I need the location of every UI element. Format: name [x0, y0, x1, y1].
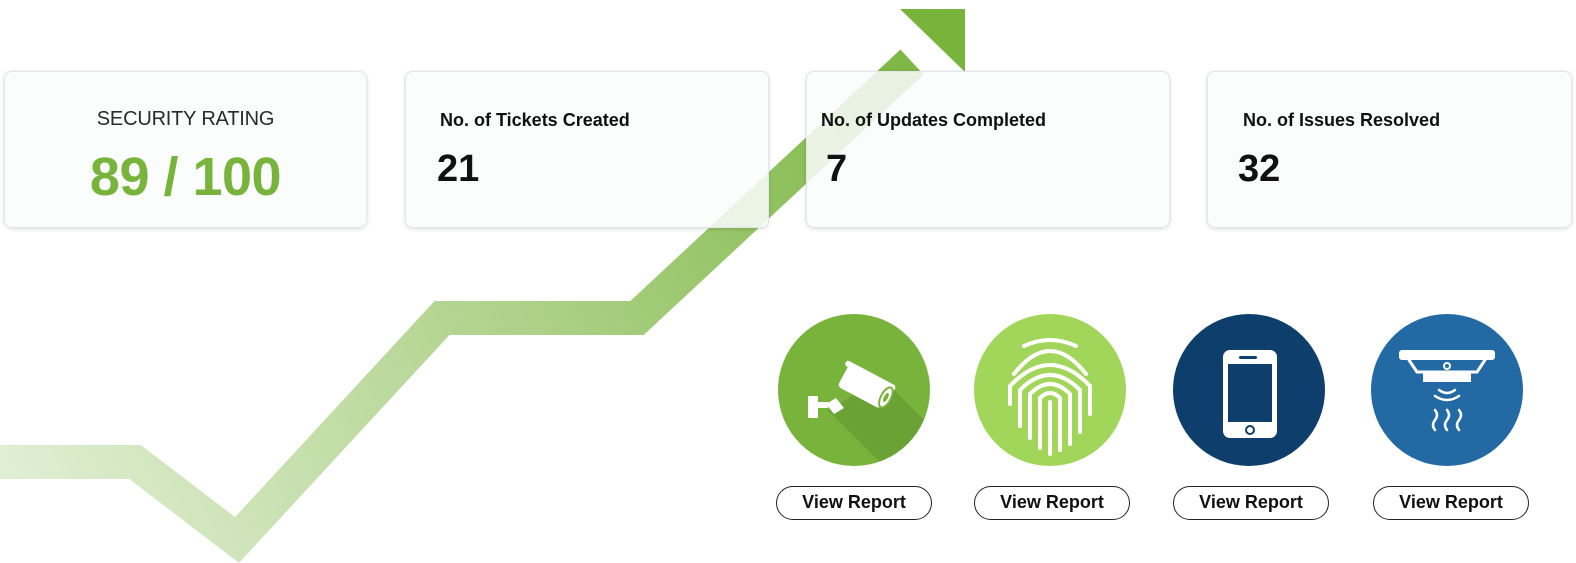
tickets-created-card: No. of Tickets Created 21 [405, 71, 769, 228]
camera-view-report-button[interactable]: View Report [776, 486, 932, 520]
updates-completed-label: No. of Updates Completed [821, 110, 1047, 130]
smoke-detector-view-report-button[interactable]: View Report [1373, 486, 1529, 520]
security-rating-value: 89 / 100 [89, 147, 282, 207]
security-camera-icon [778, 314, 930, 466]
fingerprint-icon [974, 314, 1126, 466]
updates-completed-card: No. of Updates Completed 7 [806, 71, 1170, 228]
security-rating-card: SECURITY RATING 89 / 100 [4, 71, 367, 228]
security-rating-title: SECURITY RATING [96, 108, 275, 130]
fingerprint-view-report-button[interactable]: View Report [974, 486, 1130, 520]
smoke-detector-icon [1371, 314, 1523, 466]
updates-completed-value: 7 [826, 148, 848, 190]
tickets-created-value: 21 [437, 148, 480, 190]
phone-view-report-button[interactable]: View Report [1173, 486, 1329, 520]
tickets-created-label: No. of Tickets Created [440, 110, 630, 130]
issues-resolved-value: 32 [1238, 148, 1281, 190]
issues-resolved-label: No. of Issues Resolved [1243, 110, 1441, 130]
issues-resolved-card: No. of Issues Resolved 32 [1207, 71, 1572, 228]
smartphone-icon [1173, 314, 1325, 466]
